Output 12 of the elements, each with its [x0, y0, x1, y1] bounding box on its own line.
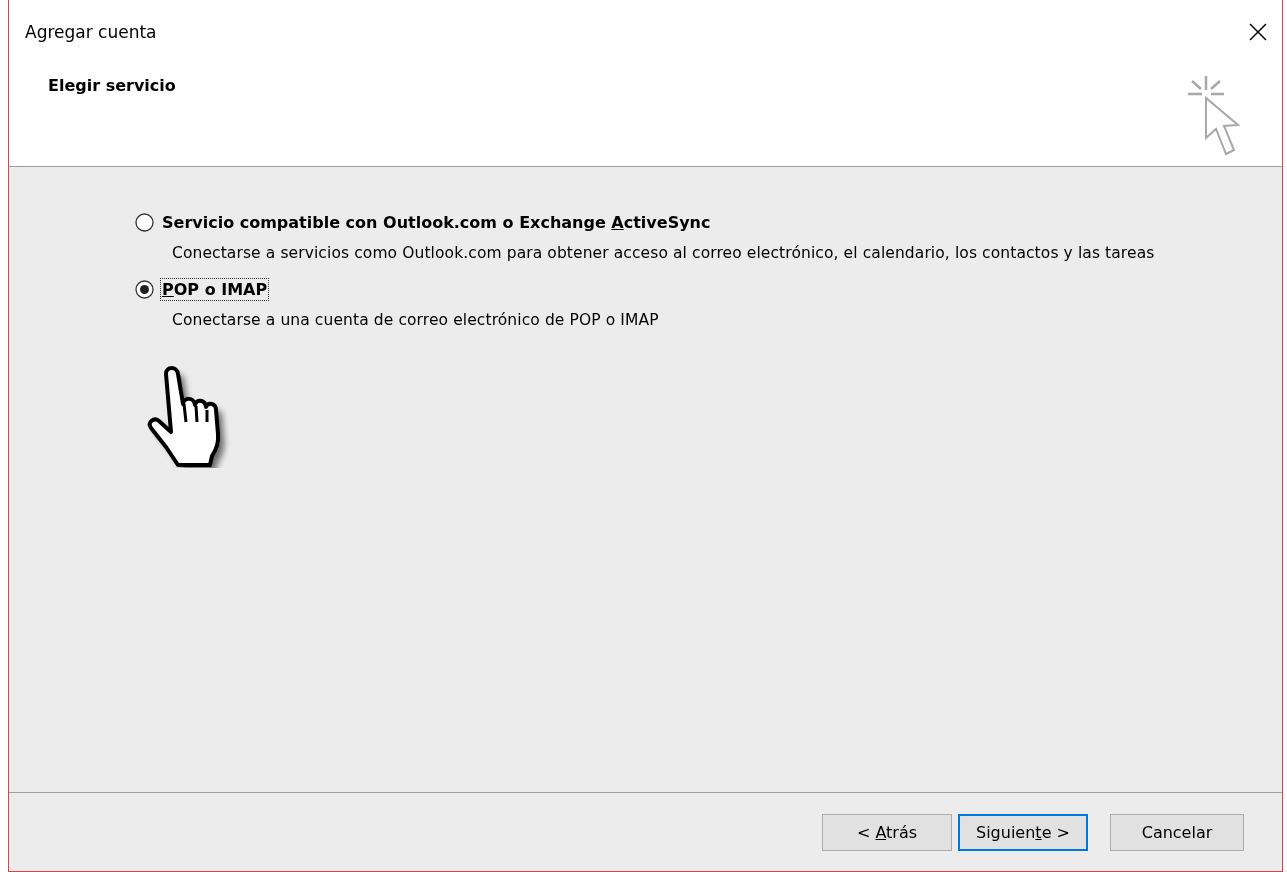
option-description: Conectarse a servicios como Outlook.com para obtener acceso al correo electrónico, el calendario, los contactos y las tareas: [171, 243, 1156, 264]
window-title: Agregar cuenta: [25, 22, 157, 42]
next-button[interactable]: Siguiente >: [958, 813, 1088, 851]
radio-button[interactable]: [135, 280, 154, 299]
option-label[interactable]: Servicio compatible con Outlook.com o Exchange ActiveSync: [160, 211, 713, 234]
section-title: Elegir servicio: [47, 75, 177, 95]
option-label[interactable]: POP o IMAP: [160, 278, 270, 301]
back-button[interactable]: < Atrás: [822, 813, 952, 851]
radio-button[interactable]: [135, 213, 154, 232]
cancel-button[interactable]: Cancelar: [1110, 813, 1244, 851]
close-icon[interactable]: [1248, 22, 1268, 42]
option-description: Conectarse a una cuenta de correo electrónico de POP o IMAP: [171, 310, 660, 331]
